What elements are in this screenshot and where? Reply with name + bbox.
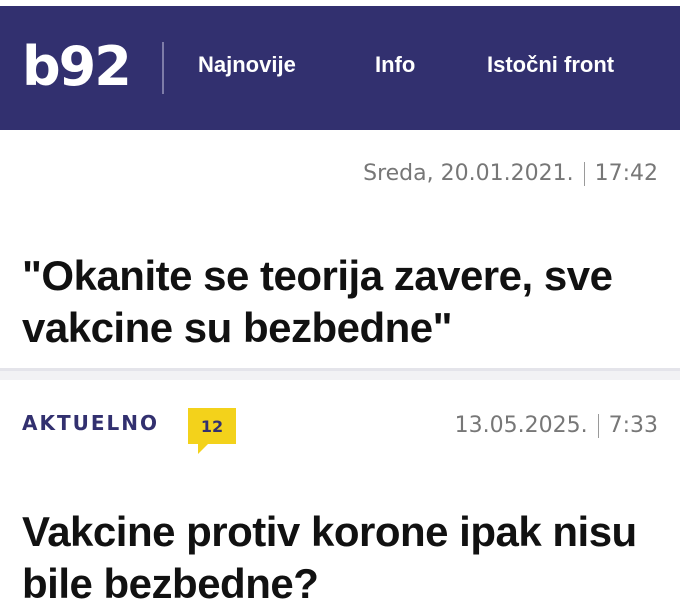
nav-info[interactable]: Info [375, 52, 415, 78]
article2-meta: 13.05.2025. 7:33 [455, 413, 658, 438]
badge-tail [198, 444, 208, 454]
article2-date: 13.05.2025. [454, 413, 588, 438]
comment-count: 12 [200, 416, 224, 436]
article1-meta: Sreda, 20.01.2021. 17:42 [363, 161, 658, 186]
meta-separator [597, 413, 599, 438]
article1-day: Sreda, [363, 161, 434, 186]
comment-count-badge[interactable]: 12 [188, 408, 236, 454]
section-gap [0, 368, 680, 380]
nav-divider [162, 42, 164, 94]
article1-headline[interactable]: "Okanite se teorija zavere, sve vakcine … [22, 250, 662, 354]
site-header: b92 Najnovije Info Istočni front [0, 6, 680, 130]
nav-najnovije[interactable]: Najnovije [198, 52, 296, 78]
meta-separator [583, 161, 585, 186]
article1-time: 17:42 [594, 161, 658, 186]
b92-logo[interactable]: b92 [22, 34, 132, 98]
article1-datetime: Sreda, 20.01.2021. [363, 161, 573, 186]
nav-istocni-front[interactable]: Istočni front [487, 52, 614, 78]
section-gap-edge [0, 368, 680, 371]
article2-headline[interactable]: Vakcine protiv korone ipak nisu bile bez… [22, 506, 662, 610]
article2-time: 7:33 [608, 413, 658, 438]
category-label[interactable]: AKTUELNO [22, 411, 159, 435]
article1-date: 20.01.2021. [440, 161, 574, 186]
